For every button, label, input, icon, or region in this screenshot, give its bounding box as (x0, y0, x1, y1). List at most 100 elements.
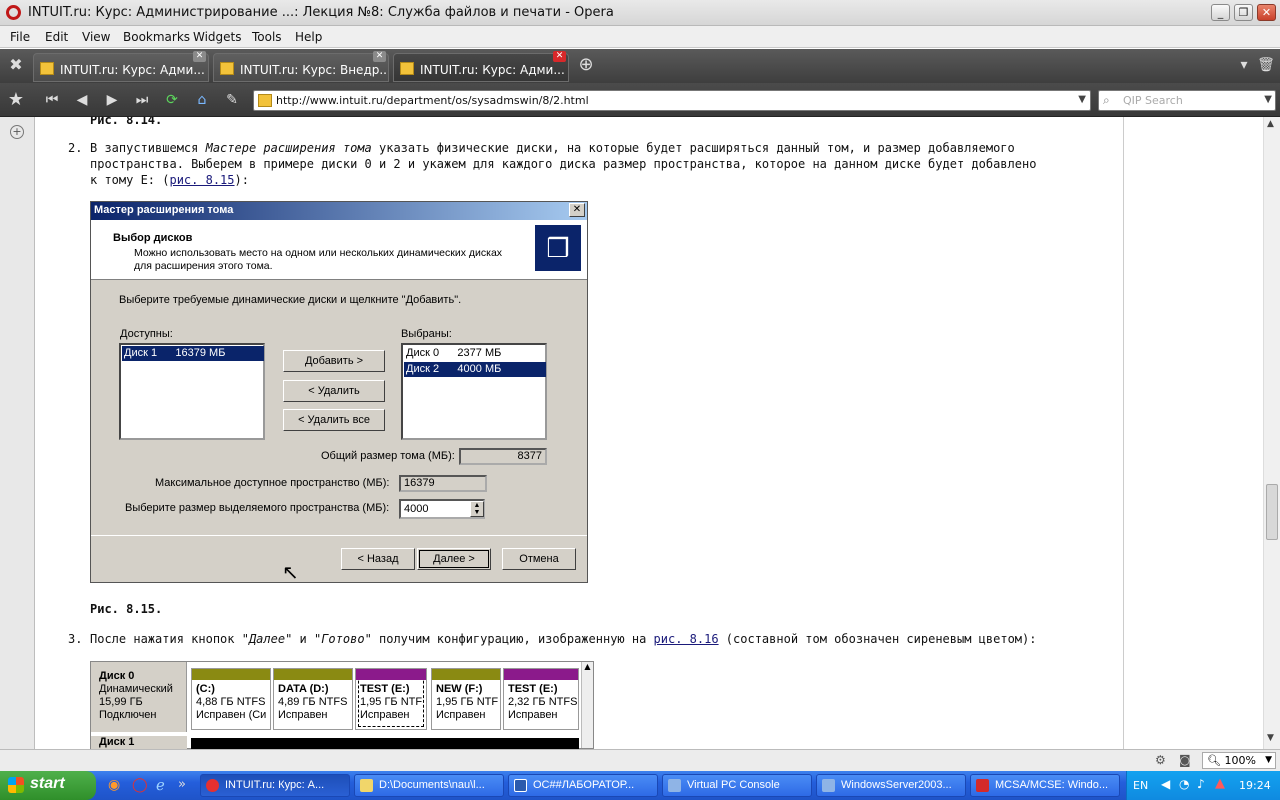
tab-2[interactable]: INTUIT.ru: Курс: Внедр... (213, 53, 389, 82)
tab-close-icon[interactable]: ✕ (553, 51, 566, 62)
mouse-cursor-icon: ↖ (282, 560, 299, 584)
scroll-up-icon[interactable]: ▲ (1267, 119, 1274, 129)
start-button[interactable]: start (0, 771, 96, 800)
tab-3-active[interactable]: INTUIT.ru: Курс: Адми... (393, 53, 569, 82)
chevron-down-icon[interactable]: ▼ (1078, 94, 1086, 105)
edit-icon[interactable]: ✎ (220, 89, 244, 111)
tray-arrow-icon[interactable]: ◀ (1161, 777, 1170, 791)
task-virtualpc[interactable]: Virtual PC Console (662, 774, 812, 797)
figure-caption-prev: Рис. 8.14. (90, 117, 163, 127)
menu-widgets[interactable]: Widgets (193, 30, 242, 44)
menu-bookmarks[interactable]: Bookmarks (123, 30, 190, 44)
network-icon[interactable]: ◔ (1179, 777, 1189, 791)
back-icon[interactable]: ◀ (70, 89, 94, 111)
chevron-down-icon[interactable]: ▼ (1264, 94, 1272, 105)
max-field: 16379 (399, 475, 487, 492)
partition-f: NEW (F:) 1,95 ГБ NTF Исправен (431, 668, 501, 730)
dialog-subheading: Можно использовать место на одном или не… (134, 247, 503, 259)
tab-1[interactable]: INTUIT.ru: Курс: Адми... (33, 53, 209, 82)
selected-list: Диск 0 2377 МБ Диск 2 4000 МБ (401, 343, 547, 440)
tab-close-icon[interactable]: ✕ (373, 51, 386, 62)
camera-icon[interactable]: ◙ (1179, 753, 1191, 767)
size-label: Выберите размер выделяемого пространства… (125, 502, 390, 514)
address-bar[interactable]: http://www.intuit.ru/department/os/sysad… (253, 90, 1091, 111)
opera-icon (206, 779, 219, 792)
tab-close-icon[interactable]: ✕ (193, 51, 206, 62)
dialog-subheading: для расширения этого тома. (134, 260, 273, 272)
home-icon[interactable]: ⌂ (190, 89, 214, 111)
back-button: < Назад (341, 548, 415, 570)
page-icon (258, 94, 272, 107)
volume-icon[interactable]: ♪ (1197, 777, 1205, 791)
status-bar: ⚙ ◙ 🔍︎ 100% ▼ (0, 749, 1280, 771)
search-engine-icon[interactable]: ⌕ (1103, 93, 1110, 108)
window-title-bar: INTUIT.ru: Курс: Администрирование ...: … (0, 0, 1280, 26)
list-number: 3. (68, 632, 83, 646)
diskmap-scrollbar: ▲ (581, 662, 593, 748)
task-word[interactable]: ОС##ЛАБОРАТОР... (508, 774, 658, 797)
tab-list-icon[interactable]: ▾ (1232, 54, 1256, 76)
scroll-thumb[interactable] (1266, 484, 1278, 540)
rewind-icon[interactable]: ⏮ (40, 89, 64, 111)
figure-link[interactable]: рис. 8.15 (169, 173, 234, 187)
add-panel-icon[interactable]: + (10, 125, 24, 139)
vertical-scrollbar[interactable]: ▲ ▼ (1263, 117, 1280, 749)
menu-help[interactable]: Help (295, 30, 322, 44)
tools-menu-icon[interactable]: ✖ (4, 54, 28, 76)
close-button[interactable]: ✕ (1257, 4, 1276, 21)
figure-link[interactable]: рис. 8.16 (654, 632, 719, 646)
menu-edit[interactable]: Edit (45, 30, 68, 44)
list-item: Диск 2 4000 МБ (404, 362, 546, 377)
paragraph-line: После нажатия кнопок "Далее" и "Готово" … (90, 632, 1037, 646)
selected-label: Выбраны: (401, 328, 452, 340)
page-icon (400, 62, 414, 75)
maximize-button[interactable]: ❐ (1234, 4, 1253, 21)
new-tab-icon[interactable]: ⊕ (574, 54, 598, 76)
paragraph-line: В запустившемся Мастере расширения тома … (90, 141, 1015, 155)
task-vm[interactable]: WindowsServer2003... (816, 774, 966, 797)
spinner-icon: ▲ ▼ (470, 501, 484, 517)
task-opera[interactable]: INTUIT.ru: Курс: А... (200, 774, 350, 797)
scroll-down-icon[interactable]: ▼ (1267, 733, 1274, 743)
zoom-control[interactable]: 🔍︎ 100% ▼ (1202, 752, 1276, 769)
reload-icon[interactable]: ⟳ (160, 89, 184, 111)
list-item: Диск 0 2377 МБ (406, 347, 502, 359)
search-placeholder: QIP Search (1123, 94, 1183, 107)
list-item: Диск 1 16379 МБ (122, 346, 264, 361)
available-label: Доступны: (120, 328, 173, 340)
menu-tools[interactable]: Tools (252, 30, 282, 44)
side-panel: + (0, 117, 35, 749)
divider (91, 535, 587, 536)
fast-forward-icon[interactable]: ⏭ (130, 89, 154, 111)
virtualpc-icon (822, 779, 835, 792)
quicklaunch-more-icon[interactable]: » (178, 777, 186, 792)
window-title: INTUIT.ru: Курс: Администрирование ...: … (28, 5, 614, 20)
bookmark-star-icon[interactable]: ★ (4, 89, 28, 111)
view-icon[interactable]: ⚙ (1155, 753, 1166, 767)
opera-icon[interactable]: ◯ (132, 777, 148, 793)
word-icon (514, 779, 527, 792)
dialog-heading: Выбор дисков (113, 232, 193, 244)
virtualpc-icon (668, 779, 681, 792)
minimize-button[interactable]: _ (1211, 4, 1230, 21)
disk-map-image: Диск 0 Динамический 15,99 ГБ Подключен (… (90, 661, 594, 749)
partition-c: (C:) 4,88 ГБ NTFS Исправен (Си (191, 668, 271, 730)
remove-all-button: < Удалить все (283, 409, 385, 431)
ie-icon[interactable]: ℯ (156, 776, 165, 794)
task-explorer[interactable]: D:\Documents\nau\l... (354, 774, 504, 797)
paragraph-line: пространства. Выберем в примере диски 0 … (90, 157, 1037, 171)
menu-view[interactable]: View (82, 30, 110, 44)
tab-bar: ✖ INTUIT.ru: Курс: Адми... ✕ INTUIT.ru: … (0, 49, 1280, 83)
trash-icon[interactable]: 🗑 (1254, 54, 1278, 76)
antivirus-icon[interactable]: ▲ (1215, 776, 1225, 791)
search-input[interactable]: ⌕ QIP Search ▼ (1098, 90, 1276, 111)
navigation-toolbar: ★ ⏮ ◀ ▶ ⏭ ⟳ ⌂ ✎ http://www.intuit.ru/dep… (0, 83, 1280, 117)
menu-file[interactable]: File (10, 30, 30, 44)
task-pdf[interactable]: MCSA/MCSE: Windo... (970, 774, 1120, 797)
forward-icon[interactable]: ▶ (100, 89, 124, 111)
chevron-down-icon[interactable]: ▼ (1265, 755, 1272, 765)
zoom-icon: 🔍︎ (1207, 754, 1221, 767)
firefox-icon[interactable]: ◉ (108, 777, 120, 793)
language-indicator[interactable]: EN (1133, 779, 1148, 792)
dialog-header: Выбор дисков Можно использовать место на… (91, 220, 587, 280)
